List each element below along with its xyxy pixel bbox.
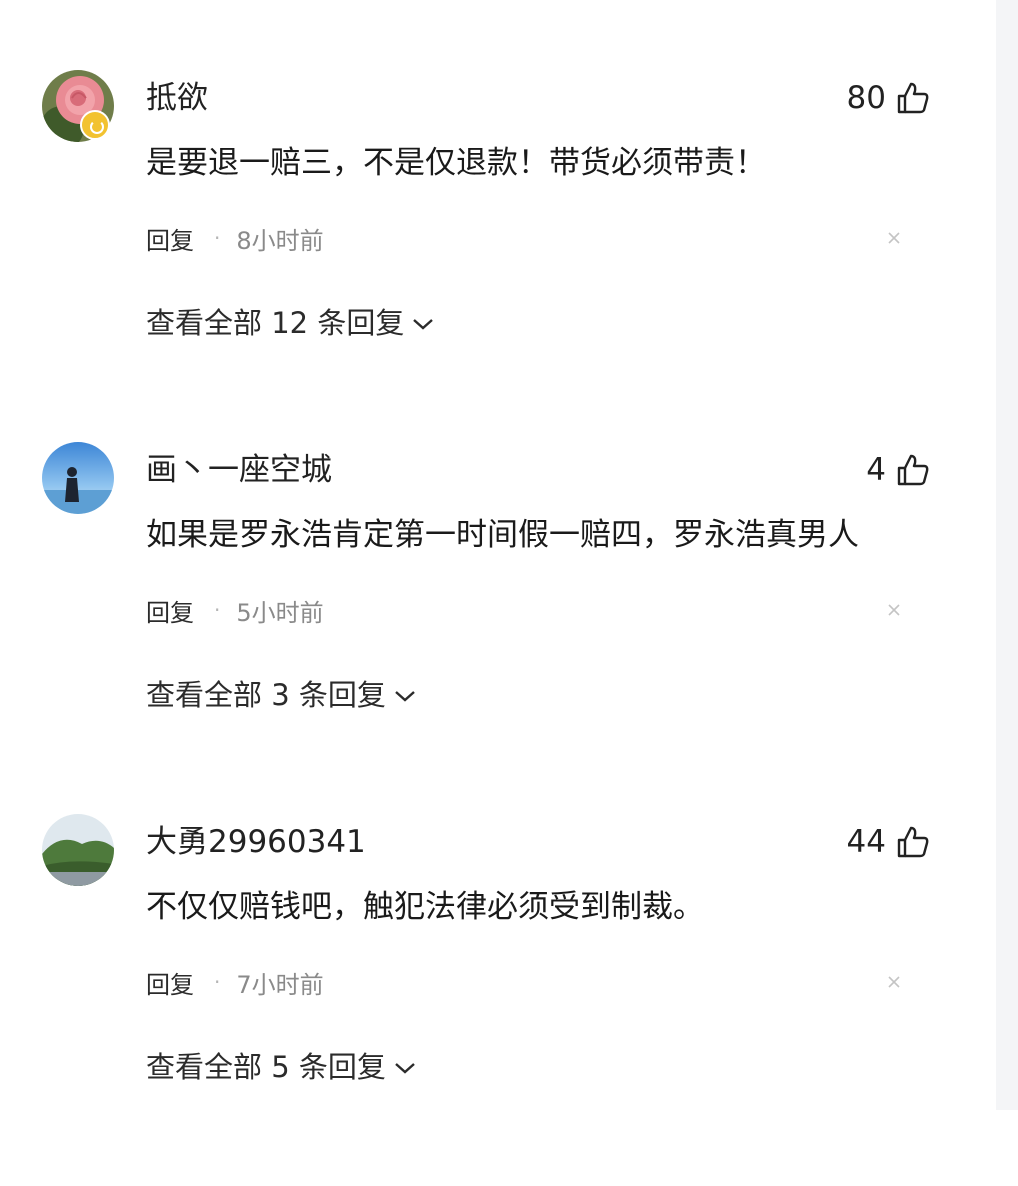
timestamp: 8小时前 [236,226,324,255]
view-all-replies-label: 查看全部 5 条回复 [146,1050,386,1084]
like-count: 44 [846,824,886,860]
chevron-down-icon [395,1063,415,1074]
like-button[interactable]: 4 [866,448,930,492]
thumbs-up-icon [897,826,929,858]
comment-item: 画丶一座空城 4 如果是罗永浩肯定第一时间假一赔四，罗永浩真男人 回复 · 5小… [0,442,996,814]
comment-item: 抵欲 80 是要退一赔三，不是仅退款！带货必须带责！ 回复 · 8小时前 查看全… [0,70,996,442]
like-count: 80 [846,80,886,116]
view-all-replies-button[interactable]: 查看全部 12 条回复 [146,298,434,344]
timestamp: 5小时前 [236,598,324,627]
thumbs-up-icon [897,82,929,114]
comment-text: 不仅仅赔钱吧，触犯法律必须受到制裁。 [146,889,704,925]
separator-dot: · [214,598,221,622]
avatar[interactable] [42,442,114,514]
reply-button[interactable]: 回复 [146,593,194,628]
like-button[interactable]: 80 [847,76,930,120]
comment-meta: 回复 · 7小时前 [146,962,324,1002]
comment-item: 大勇29960341 44 不仅仅赔钱吧，触犯法律必须受到制裁。 回复 · 7小… [0,814,996,1186]
comment-meta: 回复 · 5小时前 [146,590,324,630]
username[interactable]: 大勇29960341 [146,820,366,864]
view-all-replies-label: 查看全部 3 条回复 [146,678,386,712]
close-icon[interactable] [884,228,904,248]
reply-button[interactable]: 回复 [146,221,194,256]
close-icon[interactable] [884,972,904,992]
view-all-replies-button[interactable]: 查看全部 5 条回复 [146,1042,416,1088]
comment-text: 是要退一赔三，不是仅退款！带货必须带责！ [146,145,766,181]
view-all-replies-button[interactable]: 查看全部 3 条回复 [146,670,416,716]
username[interactable]: 抵欲 [146,76,208,120]
chevron-down-icon [413,319,434,330]
view-all-replies-label: 查看全部 12 条回复 [146,306,405,340]
username[interactable]: 画丶一座空城 [146,448,332,492]
chevron-down-icon [395,691,415,702]
like-button[interactable]: 44 [847,820,930,864]
like-count: 4 [866,452,886,488]
separator-dot: · [214,970,221,994]
reply-button[interactable]: 回复 [146,965,194,1000]
scroll-edge [996,0,1018,1110]
timestamp: 7小时前 [236,970,324,999]
comment-text: 如果是罗永浩肯定第一时间假一赔四，罗永浩真男人 [146,517,859,553]
close-icon[interactable] [884,600,904,620]
verified-badge-icon [80,110,110,140]
avatar[interactable] [42,814,114,886]
separator-dot: · [214,226,221,250]
comment-meta: 回复 · 8小时前 [146,218,324,258]
thumbs-up-icon [897,454,929,486]
